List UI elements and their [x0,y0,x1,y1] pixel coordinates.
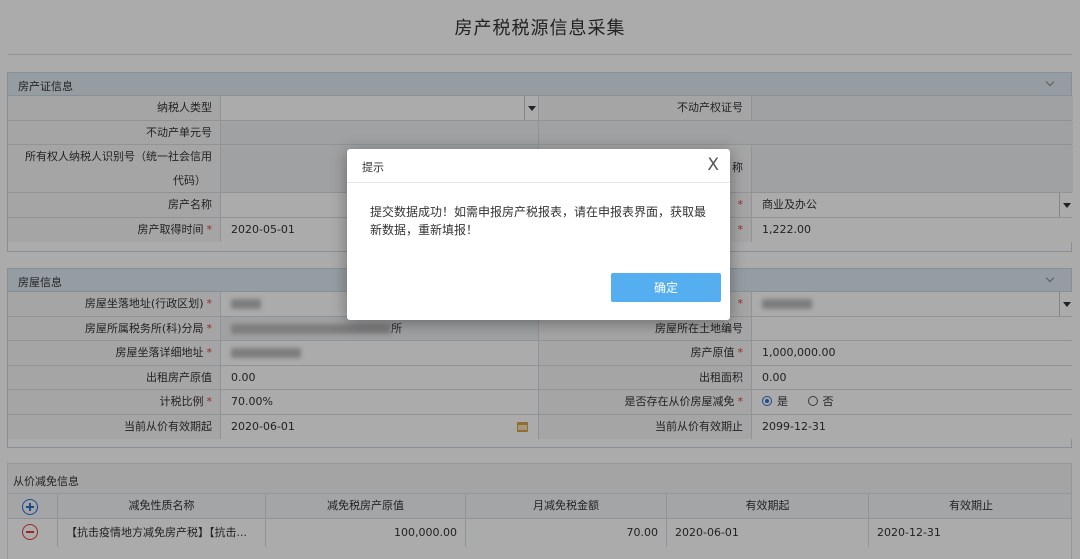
alert-dialog: 提示 X 提交数据成功！如需申报房产税报表，请在申报表界面，获取最新数据，重新填… [347,149,730,320]
confirm-button[interactable]: 确定 [611,273,721,302]
dialog-title: 提示 [362,161,384,174]
close-icon[interactable]: X [707,155,719,175]
dialog-message: 提交数据成功！如需申报房产税报表，请在申报表界面，获取最新数据，重新填报！ [370,205,707,237]
dialog-header: 提示 X [347,149,730,183]
